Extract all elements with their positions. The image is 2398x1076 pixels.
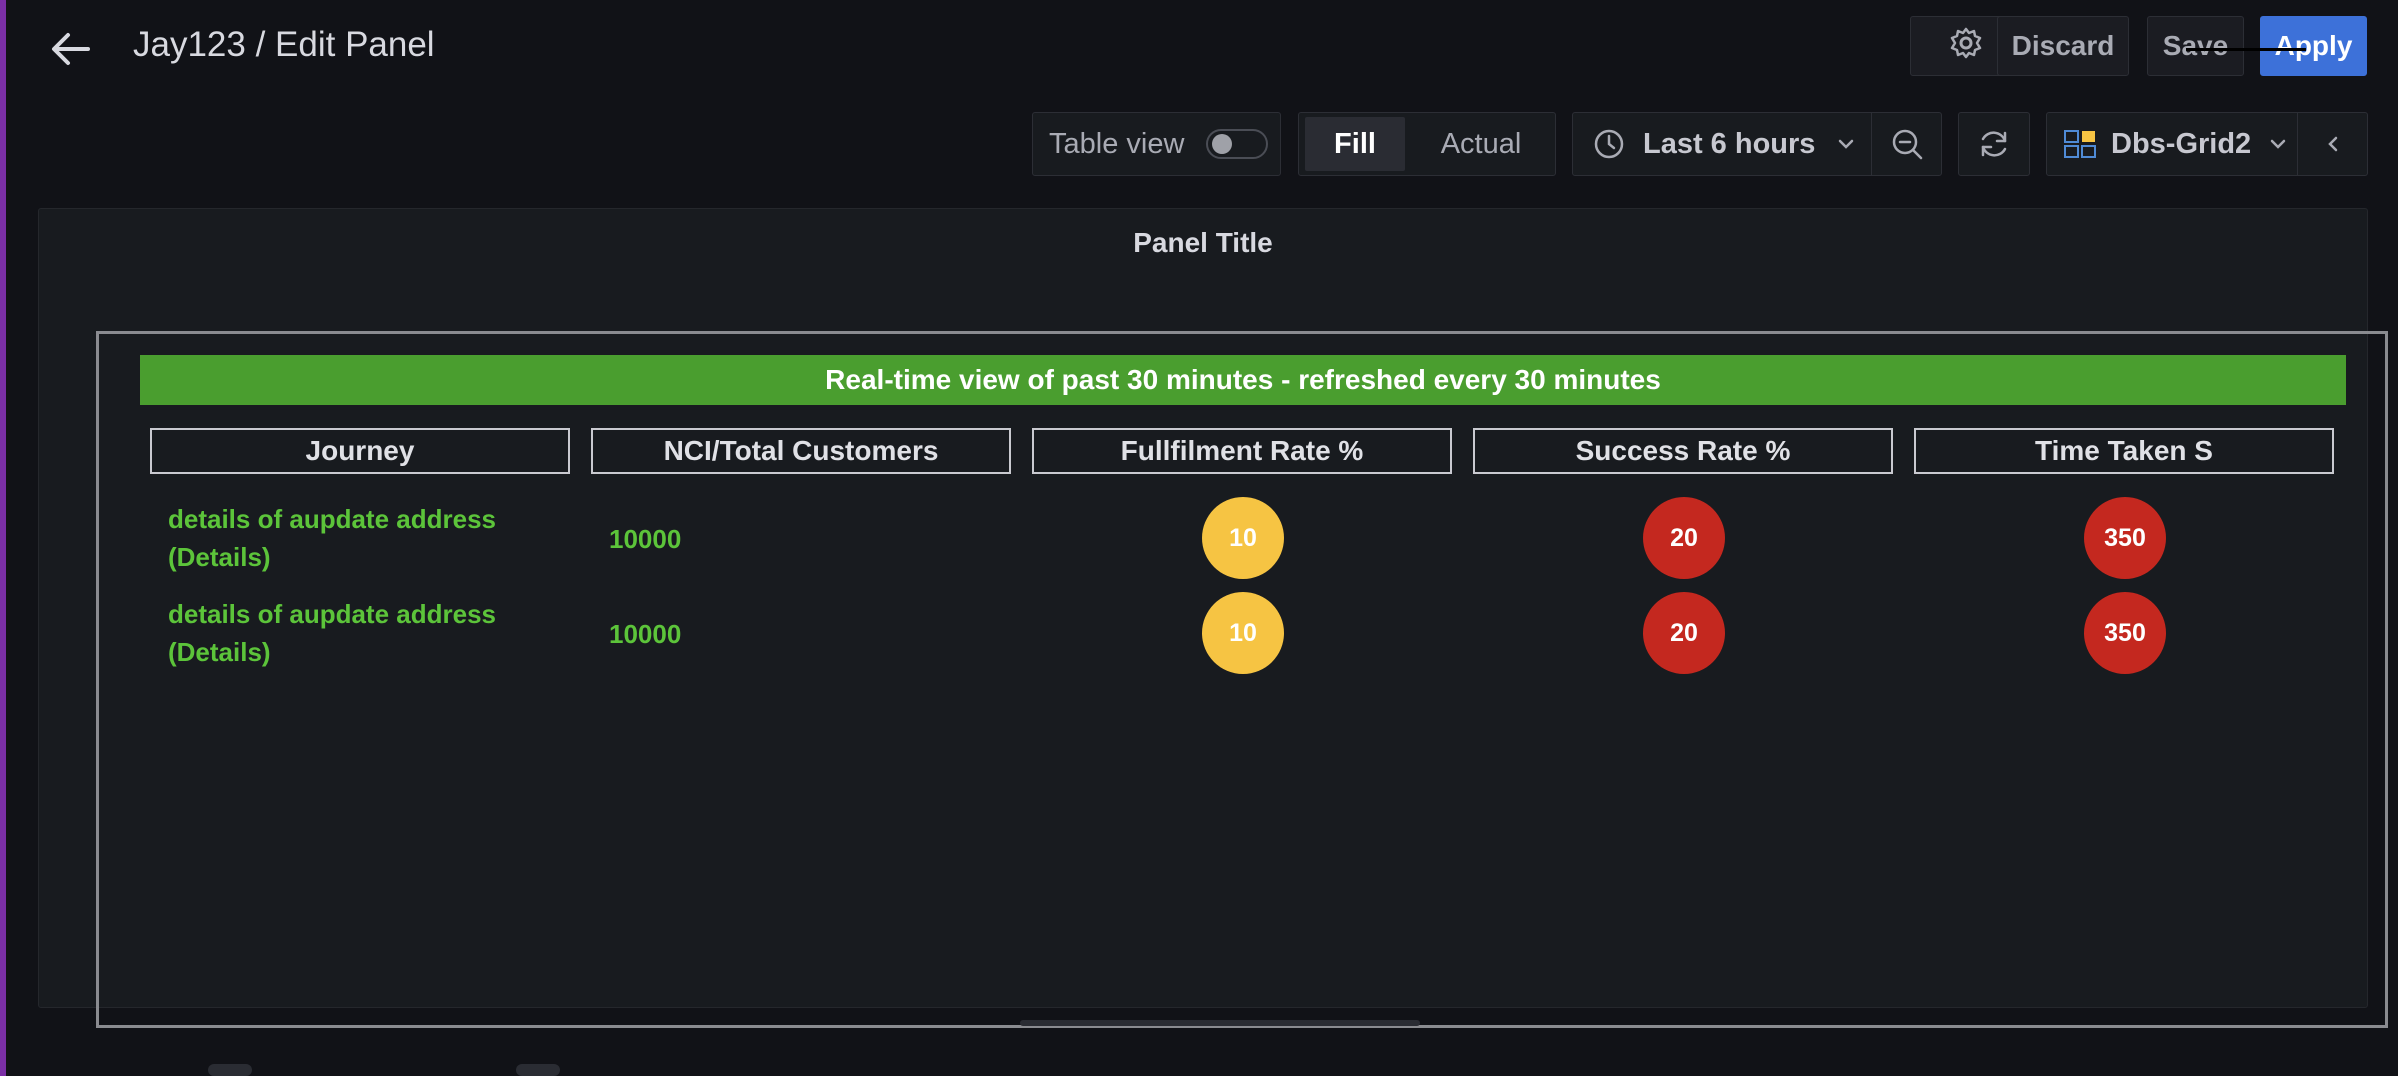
left-accent-bar	[0, 0, 6, 1076]
fulfilment-badge: 10	[1202, 497, 1284, 579]
success-badge: 20	[1643, 497, 1725, 579]
refresh-icon	[1977, 127, 2011, 161]
nci-value: 10000	[609, 524, 682, 554]
column-header-success: Success Rate %	[1473, 428, 1893, 474]
journey-details-link[interactable]: (Details)	[168, 538, 528, 576]
journey-name: details of aupdate address	[168, 504, 496, 534]
time-badge: 350	[2084, 592, 2166, 674]
time-range-label: Last 6 hours	[1643, 127, 1816, 160]
time-range-button[interactable]: Last 6 hours	[1573, 113, 1871, 175]
fill-actual-toggle: Fill Actual	[1298, 112, 1556, 176]
gear-icon	[1949, 26, 1983, 67]
tab-badge	[516, 1064, 560, 1076]
zoom-out-icon[interactable]	[1872, 113, 1942, 175]
fulfilment-badge: 10	[1202, 592, 1284, 674]
chevron-down-icon	[1835, 133, 1857, 155]
refresh-button[interactable]	[1958, 112, 2030, 176]
column-header-nci: NCI/Total Customers	[591, 428, 1011, 474]
table-view-toggle-group[interactable]: Table view	[1032, 112, 1281, 176]
table-view-label: Table view	[1049, 127, 1185, 160]
datasource-button[interactable]: Dbs-Grid2	[2047, 113, 2297, 175]
column-header-time: Time Taken S	[1914, 428, 2334, 474]
status-banner: Real-time view of past 30 minutes - refr…	[140, 355, 2346, 405]
table-view-switch[interactable]	[1206, 129, 1269, 159]
datasource-label: Dbs-Grid2	[2111, 127, 2252, 160]
save-button[interactable]: Save	[2147, 16, 2244, 76]
table-row-journey[interactable]: details of aupdate address (Details)	[168, 595, 528, 671]
page-title: Jay123 / Edit Panel	[133, 25, 435, 64]
datasource-picker: Dbs-Grid2	[2046, 112, 2368, 176]
nci-value: 10000	[609, 619, 682, 649]
panel-resize-handle[interactable]	[1020, 1020, 1420, 1026]
chevron-down-icon	[2267, 133, 2289, 155]
column-header-journey: Journey	[150, 428, 570, 474]
journey-name: details of aupdate address	[168, 599, 496, 629]
discard-button[interactable]: Discard	[1997, 16, 2129, 76]
drawn-line-annotation	[2186, 48, 2306, 51]
switch-knob	[1212, 134, 1233, 154]
chevron-left-icon[interactable]	[2298, 113, 2368, 175]
grid-datasource-icon	[2063, 127, 2097, 161]
journey-details-link[interactable]: (Details)	[168, 633, 528, 671]
time-badge: 350	[2084, 497, 2166, 579]
top-bar: Jay123 / Edit Panel Discard Save Apply	[0, 0, 2398, 96]
panel-title[interactable]: Panel Title	[39, 227, 2367, 259]
actual-option[interactable]: Actual	[1411, 117, 1551, 171]
clock-icon	[1593, 128, 1625, 160]
apply-button[interactable]: Apply	[2260, 16, 2367, 76]
tab-badge	[208, 1064, 252, 1076]
time-picker: Last 6 hours	[1572, 112, 1942, 176]
success-badge: 20	[1643, 592, 1725, 674]
arrow-left-icon[interactable]	[48, 26, 94, 72]
column-header-fulfilment: Fullfilment Rate %	[1032, 428, 1452, 474]
fill-option[interactable]: Fill	[1305, 117, 1405, 171]
table-row-journey[interactable]: details of aupdate address (Details)	[168, 500, 528, 576]
